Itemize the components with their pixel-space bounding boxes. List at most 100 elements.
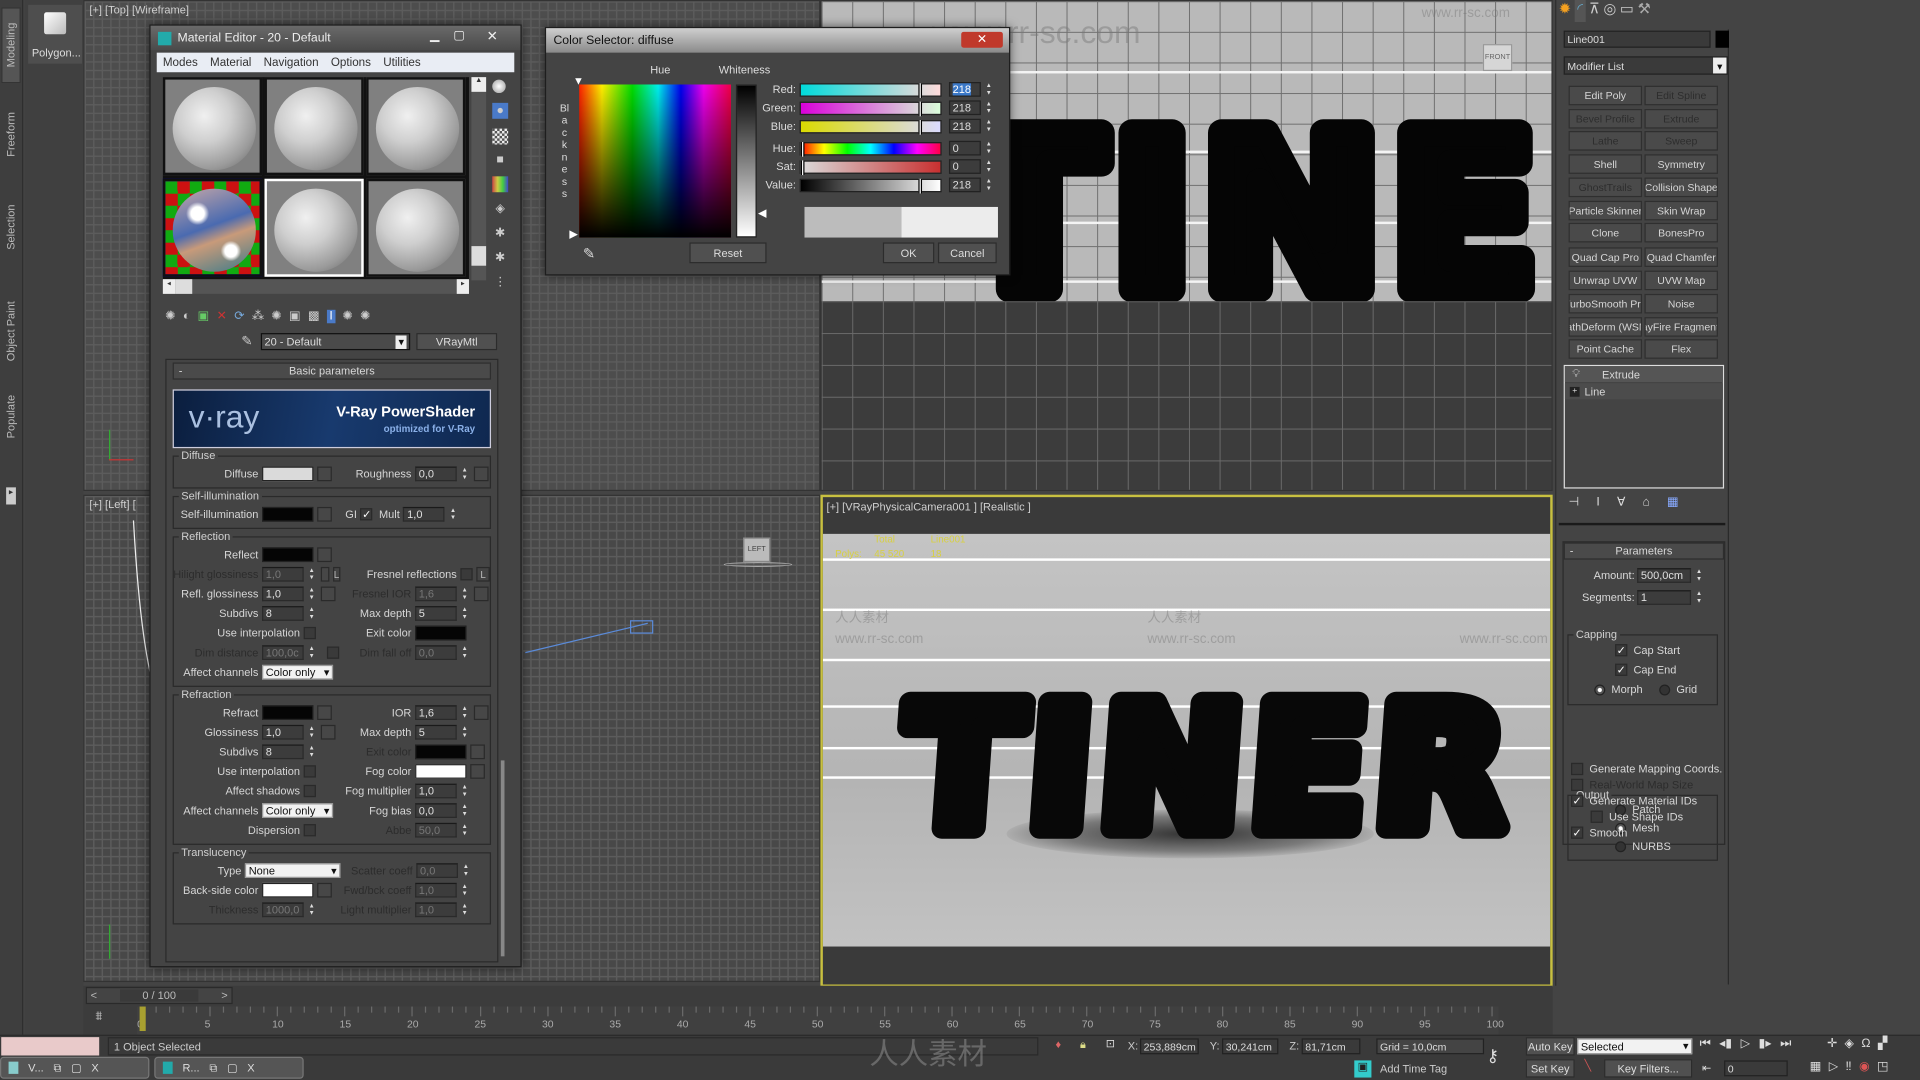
modifier-button-particle-skinner[interactable]: Particle Skinner [1568,200,1643,221]
max-depth-spinner[interactable]: 5 ▲ ▼ [415,606,470,621]
refract-map-button[interactable] [317,705,332,721]
modifier-button-symmetry[interactable]: Symmetry [1644,154,1718,174]
orbit-icon[interactable]: Ω [1861,1037,1870,1050]
key-mode-toggle-icon[interactable]: ⇤ [1702,1062,1711,1075]
go-to-parent-icon[interactable]: ✺ [343,309,353,322]
spinner-arrows-icon[interactable]: ▲ ▼ [983,119,994,134]
spinner-arrows-icon[interactable]: ▲ ▼ [459,784,470,799]
use-shape-ids-checkbox[interactable]: Use Shape IDs [1590,810,1683,823]
configure-modifier-sets-icon[interactable]: ▦ [1667,496,1679,513]
self-illumination-map-button[interactable] [317,506,332,522]
maximize-viewport-icon[interactable]: ▞ [1878,1037,1887,1050]
modifier-button-skin-wrap[interactable]: Skin Wrap [1644,200,1718,221]
play-icon[interactable]: ▷ [1741,1037,1750,1050]
make-preview-icon[interactable]: ◈ [492,201,508,217]
spinner-arrows-icon[interactable]: ▲ ▼ [459,645,470,660]
spinner-arrows-icon[interactable]: ▲ ▼ [306,587,317,602]
abbe-spinner[interactable]: 50,0 ▲ ▼ [415,822,470,838]
reflect-color-swatch[interactable] [262,547,314,563]
hilight-glossiness-value[interactable]: 1,0 [262,566,304,582]
modifier-button-pathdeform-wsm-[interactable]: PathDeform (WSM) [1568,317,1643,337]
thickness-spinner[interactable]: 1000,0 ▲ ▼ [262,902,317,918]
channel-slider[interactable] [799,82,942,98]
channel-slider[interactable] [799,178,942,193]
ior-value[interactable]: 1,6 [415,705,457,721]
maximize-icon[interactable]: ▢ [71,1061,81,1074]
hue-blackness-picker[interactable] [579,84,732,238]
channel-slider[interactable] [799,119,942,135]
copy-material-icon[interactable]: ⟳ [234,309,244,322]
ribbon-expand-icon[interactable]: ▸ [6,487,16,505]
time-config-icon[interactable]: ▦ [1810,1060,1822,1073]
channel-value-field[interactable]: 218 [948,100,981,116]
smooth-checkbox[interactable]: ✓ Smooth [1571,826,1627,839]
dim-distance-spinner[interactable]: 100,0c ▲ ▼ [262,645,317,661]
slider-marker[interactable] [918,178,922,193]
channel-slider[interactable] [799,141,942,157]
subdivs-value[interactable]: 8 [262,606,304,621]
light-multiplier-spinner[interactable]: 1,0 ▲ ▼ [415,902,470,918]
modifier-button-collision-shape[interactable]: Collision Shape [1644,177,1718,198]
real-world-map-size-checkbox[interactable]: Real-World Map Size [1571,778,1693,792]
make-unique-icon[interactable]: ⁂ [252,309,264,322]
show-end-result-icon[interactable]: I [326,309,336,323]
material-editor-titlebar[interactable]: Material Editor - 20 - Default ▁ ▢ ✕ [150,25,521,51]
slider-marker[interactable] [800,141,805,157]
select-by-material-icon[interactable]: ✱ [492,250,508,266]
go-to-end-icon[interactable]: ⏭ [1780,1037,1791,1050]
spinner-arrows-icon[interactable]: ▲ ▼ [983,141,994,156]
scene-text-object-render[interactable]: TINER [886,659,1532,880]
fog-multiplier-spinner[interactable]: 1,0 ▲ ▼ [415,783,470,799]
subdivs-spinner[interactable]: 8 ▲ ▼ [262,744,317,760]
spinner-arrows-icon[interactable]: ▲ ▼ [459,803,470,818]
affect-channels-dropdown[interactable]: Color only ▾ [262,664,334,680]
channel-value-field[interactable]: 0 [948,140,981,156]
get-material-icon[interactable]: ✺ [165,309,175,322]
remove-modifier-icon[interactable]: ⌂ [1642,496,1649,513]
restore-icon[interactable]: ⧉ [209,1061,217,1074]
expand-icon[interactable]: + [1569,386,1580,397]
mult-value[interactable]: 1,0 [403,506,446,522]
sample-type-icon[interactable] [492,79,506,94]
refl-glossiness-map-button[interactable] [320,586,336,602]
spinner-arrows-icon[interactable]: ▲ ▼ [459,883,470,898]
channel-slider[interactable] [799,101,942,116]
close-icon[interactable]: X [247,1062,254,1074]
close-button[interactable]: ✕ [479,28,506,44]
fresnel-ior-spinner[interactable]: 1,6 ▲ ▼ [415,586,470,602]
ribbon-tab-object-paint[interactable]: Object Paint [1,288,21,374]
modifier-button-ghosttrails[interactable]: GhostTrails [1568,177,1643,198]
modifier-button-flex[interactable]: Flex [1644,339,1718,359]
checkbox-box[interactable] [1571,778,1584,792]
field-of-view-icon[interactable]: ▷ [1829,1060,1838,1073]
mult-spinner[interactable]: 1,0 ▲ ▼ [403,506,458,522]
modifier-button-bonespro[interactable]: BonesPro [1644,222,1718,243]
checkbox-box[interactable] [1590,810,1603,823]
back-side-color-color-swatch[interactable] [262,882,314,898]
viewport-perspective-label[interactable]: [+] [VRayPhysicalCamera001 ] [Realistic … [827,501,1031,513]
modifier-button-bevel-profile[interactable]: Bevel Profile [1568,108,1643,129]
refl-glossiness-value[interactable]: 1,0 [262,586,304,602]
chevron-down-icon[interactable]: ▾ [1713,57,1727,74]
background-checker-icon[interactable] [492,128,509,145]
menu-material[interactable]: Material [210,56,251,69]
exit-color-color-swatch[interactable] [415,625,467,641]
fwd-bck-coeff-spinner[interactable]: 1,0 ▲ ▼ [415,882,470,898]
create-tab-icon[interactable]: ✹ [1559,0,1571,22]
spinner-arrows-icon[interactable]: ▲ ▼ [459,902,470,917]
generate-mapping-coords-checkbox[interactable]: Generate Mapping Coords. [1571,762,1722,776]
lock-l-button[interactable]: L [332,566,341,582]
collapse-icon[interactable]: - [179,364,183,380]
spinner-arrows-icon[interactable]: ▲ ▼ [306,606,317,621]
material-name-field[interactable]: 20 - Default ▾ [260,333,411,351]
checkbox-checkbox[interactable] [326,646,340,659]
gi-checkbox[interactable]: ✓ [360,508,373,521]
modifier-button-quad-chamfer[interactable]: Quad Chamfer [1644,247,1718,267]
current-frame-marker[interactable] [139,1006,146,1032]
max-depth-value[interactable]: 5 [415,606,457,621]
previous-frame-button[interactable]: < [91,989,97,1001]
reset-map-icon[interactable]: ✕ [217,309,227,322]
material-sample-slot[interactable] [264,77,364,176]
channel-value-field[interactable]: 218 [948,118,981,134]
next-frame-icon[interactable]: ▮▸ [1759,1037,1772,1050]
